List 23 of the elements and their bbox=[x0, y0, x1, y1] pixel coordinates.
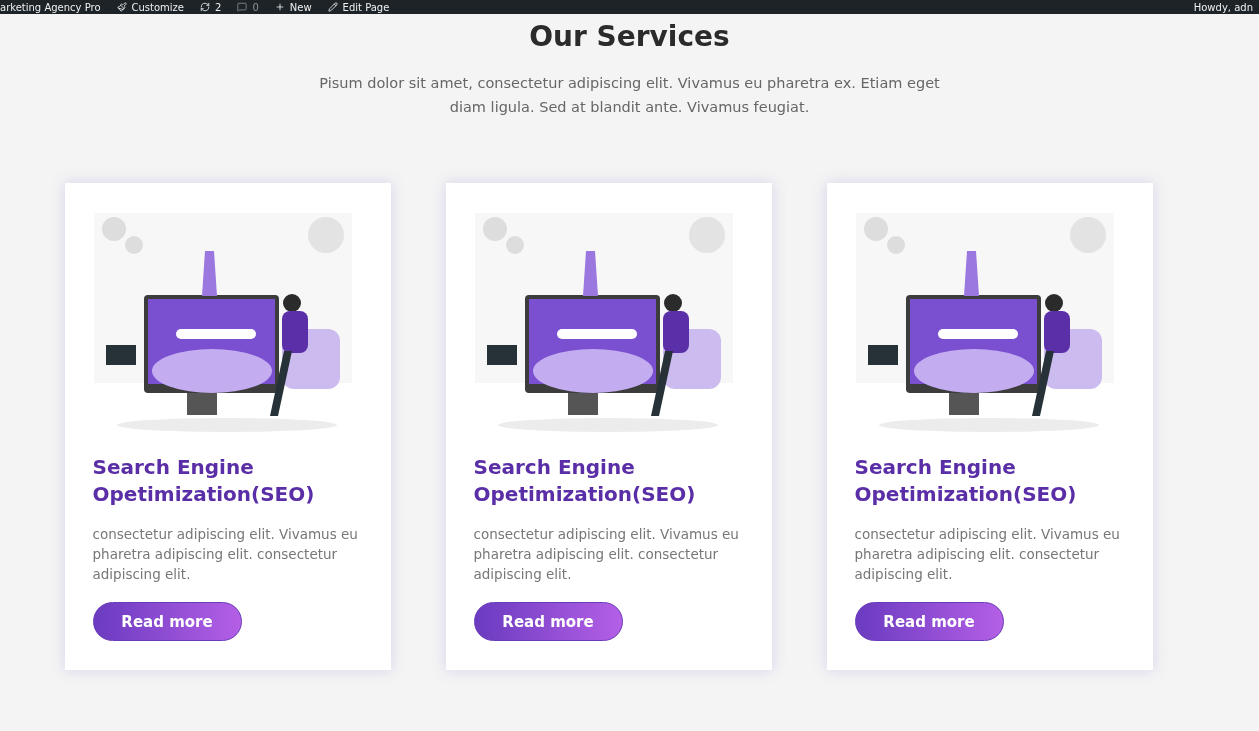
plus-icon bbox=[274, 2, 285, 12]
card-title: Search Engine Opetimization(SEO) bbox=[473, 454, 697, 508]
admin-bar-item[interactable]: Customize bbox=[116, 1, 185, 13]
admin-bar-item[interactable]: New bbox=[274, 1, 312, 13]
card-title: Search Engine Opetimization(SEO) bbox=[92, 454, 316, 508]
card-title: Search Engine Opetimization(SEO) bbox=[854, 454, 1078, 508]
admin-bar-item[interactable]: Edit Page bbox=[327, 1, 390, 13]
card-text: consectetur adipiscing elit. Vivamus eu pharetra adipiscing elit. consectetur adipiscing elit. bbox=[92, 525, 359, 584]
read-more-button[interactable]: Read more bbox=[473, 602, 623, 641]
admin-bar-item[interactable]: 0 bbox=[237, 1, 259, 13]
read-more-button[interactable]: Read more bbox=[854, 602, 1004, 641]
card-text: consectetur adipiscing elit. Vivamus eu pharetra adipiscing elit. consectetur adipiscing elit. bbox=[473, 525, 740, 584]
brush-icon bbox=[116, 2, 127, 12]
admin-bar-item[interactable]: arketing Agency Pro bbox=[0, 1, 101, 13]
greeting[interactable]: Howdy, adn bbox=[1193, 1, 1253, 13]
admin-bar-item[interactable]: 2 bbox=[200, 1, 222, 13]
section-intro: Pisum dolor sit amet, consectetur adipiscing elit. Vivamus eu pharetra ex. Etiam eget diam ligula. Sed at blandit ante. Vivamus feugiat. bbox=[318, 74, 941, 117]
comment-icon bbox=[237, 2, 248, 12]
pencil-icon bbox=[327, 2, 338, 12]
section-title: Our Services bbox=[529, 20, 730, 53]
refresh-icon bbox=[200, 2, 211, 12]
read-more-button[interactable]: Read more bbox=[92, 602, 242, 641]
card-text: consectetur adipiscing elit. Vivamus eu pharetra adipiscing elit. consectetur adipiscing elit. bbox=[854, 525, 1121, 584]
